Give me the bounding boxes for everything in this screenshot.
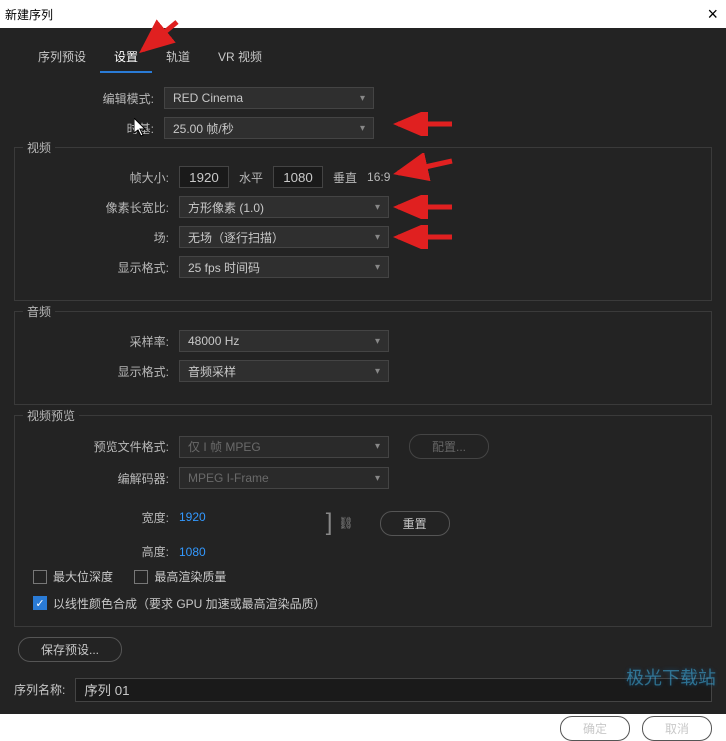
pixel-aspect-value: 方形像素 (1.0) — [188, 199, 264, 216]
preview-file-format-label: 预览文件格式: — [29, 438, 179, 455]
preview-file-format-dropdown: 仅 I 帧 MPEG ▾ — [179, 436, 389, 458]
cancel-button[interactable]: 取消 — [642, 716, 712, 741]
ok-button[interactable]: 确定 — [560, 716, 630, 741]
preview-group-title: 视频预览 — [23, 407, 79, 424]
linear-color-label: 以线性颜色合成（要求 GPU 加速或最高渲染品质） — [53, 595, 326, 612]
codec-value: MPEG I-Frame — [188, 471, 269, 485]
codec-label: 编解码器: — [29, 470, 179, 487]
bracket-icon: ] — [326, 509, 333, 537]
audio-group: 音频 采样率: 48000 Hz ▾ 显示格式: 音频采样 ▾ — [14, 311, 712, 405]
timebase-dropdown[interactable]: 25.00 帧/秒 ▾ — [164, 117, 374, 139]
frame-height-input[interactable] — [273, 166, 323, 188]
sample-rate-dropdown[interactable]: 48000 Hz ▾ — [179, 330, 389, 352]
linear-color-checkbox[interactable]: ✓ 以线性颜色合成（要求 GPU 加速或最高渲染品质） — [33, 595, 326, 612]
chevron-down-icon: ▾ — [375, 262, 380, 273]
edit-mode-label: 编辑模式: — [14, 90, 164, 107]
chevron-down-icon: ▾ — [375, 473, 380, 484]
audio-display-format-label: 显示格式: — [29, 363, 179, 380]
max-render-quality-label: 最高渲染质量 — [154, 568, 226, 585]
chevron-down-icon: ▾ — [375, 366, 380, 377]
sample-rate-label: 采样率: — [29, 333, 179, 350]
video-group-title: 视频 — [23, 139, 55, 156]
reset-button[interactable]: 重置 — [380, 511, 450, 536]
preview-width-value[interactable]: 1920 — [179, 510, 206, 524]
titlebar: 新建序列 × — [0, 0, 726, 28]
chevron-down-icon: ▾ — [375, 441, 380, 452]
tab-tracks[interactable]: 轨道 — [152, 42, 204, 73]
dialog-title: 新建序列 — [5, 6, 53, 23]
fields-value: 无场（逐行扫描） — [188, 229, 284, 246]
edit-mode-dropdown[interactable]: RED Cinema ▾ — [164, 87, 374, 109]
link-icon[interactable]: ⛓ — [338, 516, 353, 530]
sample-rate-value: 48000 Hz — [188, 334, 239, 348]
pixel-aspect-dropdown[interactable]: 方形像素 (1.0) ▾ — [179, 196, 389, 218]
tab-settings[interactable]: 设置 — [100, 42, 152, 73]
audio-group-title: 音频 — [23, 303, 55, 320]
video-display-format-label: 显示格式: — [29, 259, 179, 276]
close-icon[interactable]: × — [707, 4, 718, 25]
aspect-ratio: 16:9 — [367, 170, 390, 184]
edit-mode-value: RED Cinema — [173, 91, 243, 105]
chevron-down-icon: ▾ — [360, 93, 365, 104]
max-bit-depth-label: 最大位深度 — [53, 568, 113, 585]
chevron-down-icon: ▾ — [375, 232, 380, 243]
video-display-format-value: 25 fps 时间码 — [188, 259, 260, 276]
horizontal-label: 水平 — [239, 169, 263, 186]
video-group: 视频 帧大小: 水平 垂直 16:9 像素长宽比: 方形像素 (1.0) ▾ 场… — [14, 147, 712, 301]
frame-size-label: 帧大小: — [29, 169, 179, 186]
max-bit-depth-checkbox[interactable]: 最大位深度 — [33, 568, 113, 585]
fields-dropdown[interactable]: 无场（逐行扫描） ▾ — [179, 226, 389, 248]
preview-height-label: 高度: — [29, 543, 179, 560]
audio-display-format-dropdown[interactable]: 音频采样 ▾ — [179, 360, 389, 382]
checkbox-checked-icon: ✓ — [33, 596, 47, 610]
timebase-value: 25.00 帧/秒 — [173, 120, 234, 137]
tab-vr[interactable]: VR 视频 — [204, 42, 276, 73]
chevron-down-icon: ▾ — [375, 202, 380, 213]
preview-height-value[interactable]: 1080 — [179, 545, 206, 559]
preview-width-label: 宽度: — [29, 509, 179, 526]
timebase-label: 时基: — [14, 120, 164, 137]
sequence-name-input[interactable] — [75, 678, 712, 702]
sequence-name-label: 序列名称: — [14, 681, 65, 698]
video-display-format-dropdown[interactable]: 25 fps 时间码 ▾ — [179, 256, 389, 278]
save-preset-button[interactable]: 保存预设... — [18, 637, 122, 662]
preview-file-format-value: 仅 I 帧 MPEG — [188, 438, 261, 455]
pixel-aspect-label: 像素长宽比: — [29, 199, 179, 216]
tab-bar: 序列预设 设置 轨道 VR 视频 — [14, 42, 712, 73]
tab-preset[interactable]: 序列预设 — [24, 42, 100, 73]
max-render-quality-checkbox[interactable]: 最高渲染质量 — [134, 568, 226, 585]
frame-width-input[interactable] — [179, 166, 229, 188]
configure-button: 配置... — [409, 434, 489, 459]
chevron-down-icon: ▾ — [360, 123, 365, 134]
vertical-label: 垂直 — [333, 169, 357, 186]
dialog-body: 序列预设 设置 轨道 VR 视频 编辑模式: RED Cinema ▾ 时基: … — [0, 28, 726, 714]
checkbox-icon — [134, 570, 148, 584]
checkbox-icon — [33, 570, 47, 584]
fields-label: 场: — [29, 229, 179, 246]
chevron-down-icon: ▾ — [375, 336, 380, 347]
audio-display-format-value: 音频采样 — [188, 363, 236, 380]
preview-group: 视频预览 预览文件格式: 仅 I 帧 MPEG ▾ 配置... 编解码器: MP… — [14, 415, 712, 627]
codec-dropdown: MPEG I-Frame ▾ — [179, 467, 389, 489]
